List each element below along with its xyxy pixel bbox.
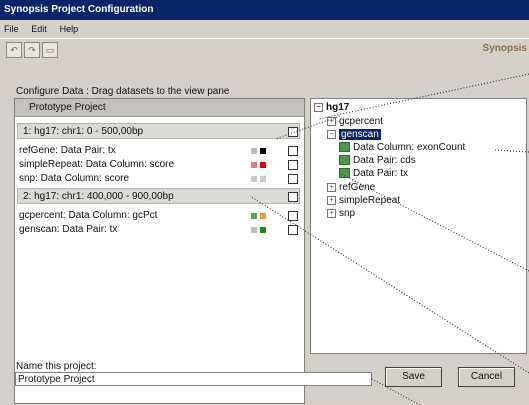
color-swatch-icon[interactable] — [260, 213, 266, 219]
name-label: Name this project: — [16, 361, 97, 372]
color-swatch-icon[interactable] — [260, 176, 266, 182]
view-header[interactable]: 1: hg17: chr1: 0 - 500,00bp — [17, 123, 300, 139]
dataset-label: gcpercent: Data Column: gcPct — [19, 210, 158, 221]
tree-item-refgene[interactable]: + refGene — [327, 182, 375, 193]
configure-instructions: Configure Data : Drag datasets to the vi… — [16, 86, 230, 97]
tree-root[interactable]: − hg17 — [314, 102, 349, 113]
tree-root-label: hg17 — [326, 102, 350, 113]
tree-item-gcpercent[interactable]: + gcpercent — [327, 116, 383, 127]
color-swatch-icon[interactable] — [251, 148, 257, 154]
project-name-input[interactable] — [15, 372, 372, 386]
tree-item-label: refGene — [339, 182, 376, 193]
expand-icon[interactable]: + — [327, 182, 336, 192]
color-swatch-icon[interactable] — [260, 148, 266, 154]
window-title-bar: Synopsis Project Configuration — [0, 0, 529, 20]
view-title: 2: hg17: chr1: 400,000 - 900,00bp — [23, 191, 174, 202]
menu-edit[interactable]: Edit — [31, 24, 47, 34]
color-swatch-icon[interactable] — [251, 213, 257, 219]
color-swatch-icon[interactable] — [251, 227, 257, 233]
tree-leaf[interactable]: Data Pair: cds — [339, 155, 416, 166]
menu-bar: File Edit Help — [0, 20, 529, 38]
tree-item-label: genscan — [339, 129, 381, 140]
cancel-button[interactable]: Cancel — [458, 367, 515, 387]
tree-leaf[interactable]: Data Pair: tx — [339, 168, 408, 179]
window-icon[interactable]: ▭ — [42, 42, 58, 58]
color-swatch-icon[interactable] — [251, 176, 257, 182]
menu-file[interactable]: File — [4, 24, 19, 34]
dataset-checkbox[interactable] — [288, 211, 298, 221]
tree-item-label: Data Pair: tx — [353, 168, 409, 179]
main-panel: Configure Data : Drag datasets to the vi… — [0, 61, 529, 405]
menu-help[interactable]: Help — [60, 24, 79, 34]
project-title: Prototype Project — [29, 102, 106, 113]
toolbar: ↶ ↷ ▭ Synopsis — [0, 38, 529, 62]
save-button[interactable]: Save — [385, 367, 442, 387]
tree-item-snp[interactable]: + snp — [327, 208, 355, 219]
tree-item-simplerepeat[interactable]: + simpleRepeat — [327, 195, 400, 206]
dataset-label: genscan: Data Pair: tx — [19, 224, 118, 235]
view-header[interactable]: 2: hg17: chr1: 400,000 - 900,00bp — [17, 188, 300, 204]
tree-leaf[interactable]: Data Column: exonCount — [339, 142, 465, 153]
tree-item-label: snp — [339, 208, 356, 219]
dataset-checkbox[interactable] — [288, 174, 298, 184]
project-header: Prototype Project — [15, 99, 304, 117]
tree-item-label: Data Column: exonCount — [353, 142, 466, 153]
dataset-checkbox[interactable] — [288, 225, 298, 235]
dataset-label: simpleRepeat: Data Column: score — [19, 159, 175, 170]
expand-icon[interactable]: + — [327, 208, 336, 218]
tree-item-genscan[interactable]: − genscan — [327, 129, 381, 140]
window-title: Synopsis Project Configuration — [4, 4, 154, 15]
view-pane[interactable]: Prototype Project 1: hg17: chr1: 0 - 500… — [14, 98, 305, 404]
dataset-checkbox[interactable] — [288, 160, 298, 170]
view-title: 1: hg17: chr1: 0 - 500,00bp — [23, 126, 144, 137]
tree-item-label: gcpercent — [339, 116, 383, 127]
color-swatch-icon[interactable] — [260, 162, 266, 168]
expand-icon[interactable]: + — [327, 195, 336, 205]
dataset-label: snp: Data Column: score — [19, 173, 130, 184]
color-swatch-icon[interactable] — [251, 162, 257, 168]
expand-icon[interactable]: + — [327, 116, 336, 126]
tree-item-label: simpleRepeat — [339, 195, 401, 206]
dataset-label: refGene: Data Pair: tx — [19, 145, 116, 156]
dataset-tree[interactable]: − hg17 + gcpercent − genscan Data Column: e… — [310, 98, 527, 354]
dataset-icon — [339, 142, 350, 153]
dataset-checkbox[interactable] — [288, 146, 298, 156]
redo-icon[interactable]: ↷ — [24, 42, 40, 58]
tree-item-label: Data Pair: cds — [353, 155, 416, 166]
dataset-icon — [339, 168, 350, 179]
undo-icon[interactable]: ↶ — [6, 42, 22, 58]
view-checkbox[interactable] — [288, 192, 298, 202]
color-swatch-icon[interactable] — [260, 227, 266, 233]
view-checkbox[interactable] — [288, 127, 298, 137]
brand-label: Synopsis — [482, 43, 527, 54]
collapse-icon[interactable]: − — [314, 102, 323, 112]
collapse-icon[interactable]: − — [327, 129, 336, 139]
dataset-icon — [339, 155, 350, 166]
